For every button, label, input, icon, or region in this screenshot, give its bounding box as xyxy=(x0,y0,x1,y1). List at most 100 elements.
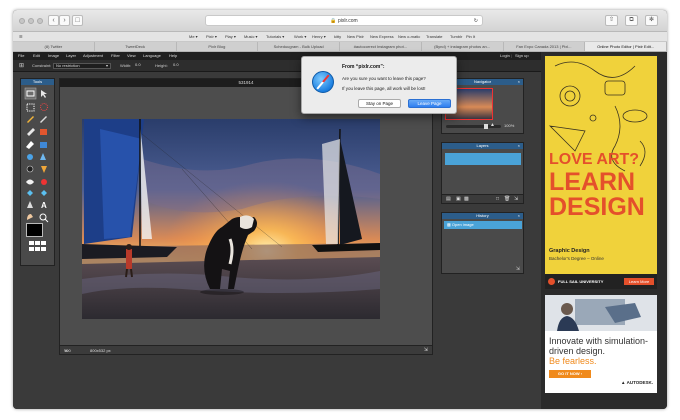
browser-tab[interactable]: (Bynd) + instagram photos an... xyxy=(422,42,504,51)
type-tool-icon[interactable]: A xyxy=(41,201,47,210)
signup-link[interactable]: Sign up xyxy=(515,52,529,60)
browser-tab[interactable]: Scheduugram - Bulk Upload xyxy=(258,42,340,51)
height-field[interactable]: 0.0 xyxy=(171,63,187,69)
bookmark-item[interactable]: kitty xyxy=(334,32,341,42)
burn-tool-icon[interactable] xyxy=(26,165,34,173)
bucket-tool-icon[interactable] xyxy=(26,141,34,149)
bookmark-item[interactable]: Play ▾ xyxy=(225,32,236,42)
delete-layer-icon[interactable]: 🗑 xyxy=(504,195,510,204)
eraser-tool-icon[interactable] xyxy=(40,129,47,135)
resize-grip-icon[interactable]: ⇲ xyxy=(424,346,428,355)
hand-tool-icon[interactable] xyxy=(27,214,33,220)
navigator-zoom-handle[interactable] xyxy=(484,124,488,129)
pinch-tool-icon[interactable] xyxy=(41,190,47,196)
bookmark-item[interactable]: Translate xyxy=(426,32,443,42)
close-icon[interactable]: × xyxy=(518,143,520,149)
sponge-tool-icon[interactable] xyxy=(41,166,47,173)
bookmark-item[interactable]: Henry ▾ xyxy=(312,32,326,42)
browser-tab-active[interactable]: Online Photo Editor | Pixlr Edit... xyxy=(585,42,667,51)
color-preset[interactable] xyxy=(41,241,46,245)
close-icon[interactable]: × xyxy=(518,213,520,219)
learn-more-button[interactable]: Learn More xyxy=(624,278,654,285)
forward-button[interactable]: › xyxy=(59,15,70,26)
browser-tab[interactable]: #autocorrect Instagram phot... xyxy=(340,42,422,51)
zoom-window-button[interactable] xyxy=(37,18,43,24)
bookmark-item[interactable]: New Pixlr xyxy=(347,32,364,42)
menu-filter[interactable]: Filter xyxy=(111,52,120,60)
color-preset[interactable] xyxy=(29,247,34,251)
doodle-circle xyxy=(589,114,597,122)
sidebar-button[interactable]: □ xyxy=(72,15,83,26)
wand-tool-icon[interactable] xyxy=(27,116,34,123)
image-canvas[interactable] xyxy=(82,119,380,319)
close-window-button[interactable] xyxy=(19,18,25,24)
bookmark-item[interactable]: Tumblr xyxy=(450,32,462,42)
marquee-tool-icon[interactable] xyxy=(26,103,35,112)
login-link[interactable]: Login xyxy=(500,52,510,60)
layer-fx-icon[interactable]: ▩ xyxy=(464,195,469,204)
bookmark-item[interactable]: New o-matic xyxy=(398,32,420,42)
bookmark-item[interactable]: Work ▾ xyxy=(294,32,306,42)
menu-image[interactable]: Image xyxy=(48,52,59,60)
tabs-overview-button[interactable]: ⧉ xyxy=(625,15,638,26)
color-preset[interactable] xyxy=(35,247,40,251)
blur-tool-icon[interactable] xyxy=(40,153,46,160)
brush-tool-icon[interactable] xyxy=(27,128,35,136)
bookmark-item[interactable]: Music ▾ xyxy=(244,32,258,42)
back-button[interactable]: ‹ xyxy=(48,15,59,26)
color-preset[interactable] xyxy=(35,241,40,245)
move-tool-icon[interactable] xyxy=(41,90,47,98)
zoom-in-icon[interactable]: ▲ xyxy=(490,122,495,128)
spot-heal-tool-icon[interactable] xyxy=(41,179,47,185)
browser-tab[interactable]: Pixlr Blog xyxy=(177,42,259,51)
menu-adjustment[interactable]: Adjustment xyxy=(83,52,103,60)
bookmark-item[interactable]: Me ▾ xyxy=(189,32,198,42)
history-header: History × xyxy=(442,213,523,219)
width-field[interactable]: 0.0 xyxy=(133,63,149,69)
autodesk-ad[interactable]: Innovate with simulation-driven design. … xyxy=(545,295,657,393)
bloat-tool-icon[interactable] xyxy=(27,190,33,196)
menu-edit[interactable]: Edit xyxy=(33,52,40,60)
bookmark-item[interactable]: New Express xyxy=(370,32,394,42)
full-sail-ad[interactable]: LOVE ART? LEARN DESIGN Graphic Design Ba… xyxy=(545,56,657,289)
layer-mask-icon[interactable]: ▣ xyxy=(456,195,461,204)
leave-page-button[interactable]: Leave Page xyxy=(408,99,451,108)
share-button[interactable]: ⇧ xyxy=(605,15,618,26)
bookmark-item[interactable]: Pin It xyxy=(466,32,475,42)
menu-layer[interactable]: Layer xyxy=(66,52,76,60)
menu-view[interactable]: View xyxy=(127,52,136,60)
constraint-select[interactable]: No restriction ▾ xyxy=(53,63,111,69)
layer-row-selected[interactable] xyxy=(445,153,521,165)
colour-replace-tool-icon[interactable] xyxy=(27,201,33,208)
menu-help[interactable]: Help xyxy=(169,52,177,60)
foreground-color-swatch[interactable] xyxy=(26,223,43,237)
menu-file[interactable]: File xyxy=(18,52,24,60)
browser-tab[interactable]: TweetDeck xyxy=(95,42,177,51)
redeye-tool-icon[interactable] xyxy=(26,179,34,185)
color-preset[interactable] xyxy=(41,247,46,251)
gradient-tool-icon[interactable] xyxy=(40,142,47,148)
pencil-tool-icon[interactable] xyxy=(40,116,47,123)
color-presets[interactable] xyxy=(29,241,47,253)
clone-tool-icon[interactable] xyxy=(27,154,33,160)
new-layer-icon[interactable]: □ xyxy=(496,195,499,204)
bookmarks-icon[interactable]: ☰ xyxy=(19,32,23,42)
bookmark-item[interactable]: Tutorials ▾ xyxy=(266,32,284,42)
lasso-tool-icon[interactable] xyxy=(40,103,48,111)
reload-icon[interactable]: ↻ xyxy=(474,16,478,26)
resize-grip-icon[interactable]: ⇲ xyxy=(514,195,518,204)
resize-grip-icon[interactable]: ⇲ xyxy=(516,266,520,272)
address-bar[interactable]: 🔒 pixlr.com ↻ xyxy=(205,15,483,26)
close-icon[interactable]: × xyxy=(518,79,520,85)
ad2-cta-button[interactable]: GO IT NOW › xyxy=(549,370,591,378)
browser-tab[interactable]: Fan Expo Canada 2013 | Pixl... xyxy=(504,42,586,51)
menu-language[interactable]: Language xyxy=(143,52,161,60)
bookmark-item[interactable]: Pixlr ▾ xyxy=(206,32,217,42)
history-item[interactable]: ▩ Open image xyxy=(444,221,522,229)
color-preset[interactable] xyxy=(29,241,34,245)
layer-menu-icon[interactable]: ▤ xyxy=(446,195,451,204)
minimize-window-button[interactable] xyxy=(28,18,34,24)
stay-on-page-button[interactable]: Stay on Page xyxy=(358,99,401,108)
browser-tab[interactable]: (8) Twitter xyxy=(13,42,95,51)
extension-button[interactable]: ✻ xyxy=(645,15,658,26)
